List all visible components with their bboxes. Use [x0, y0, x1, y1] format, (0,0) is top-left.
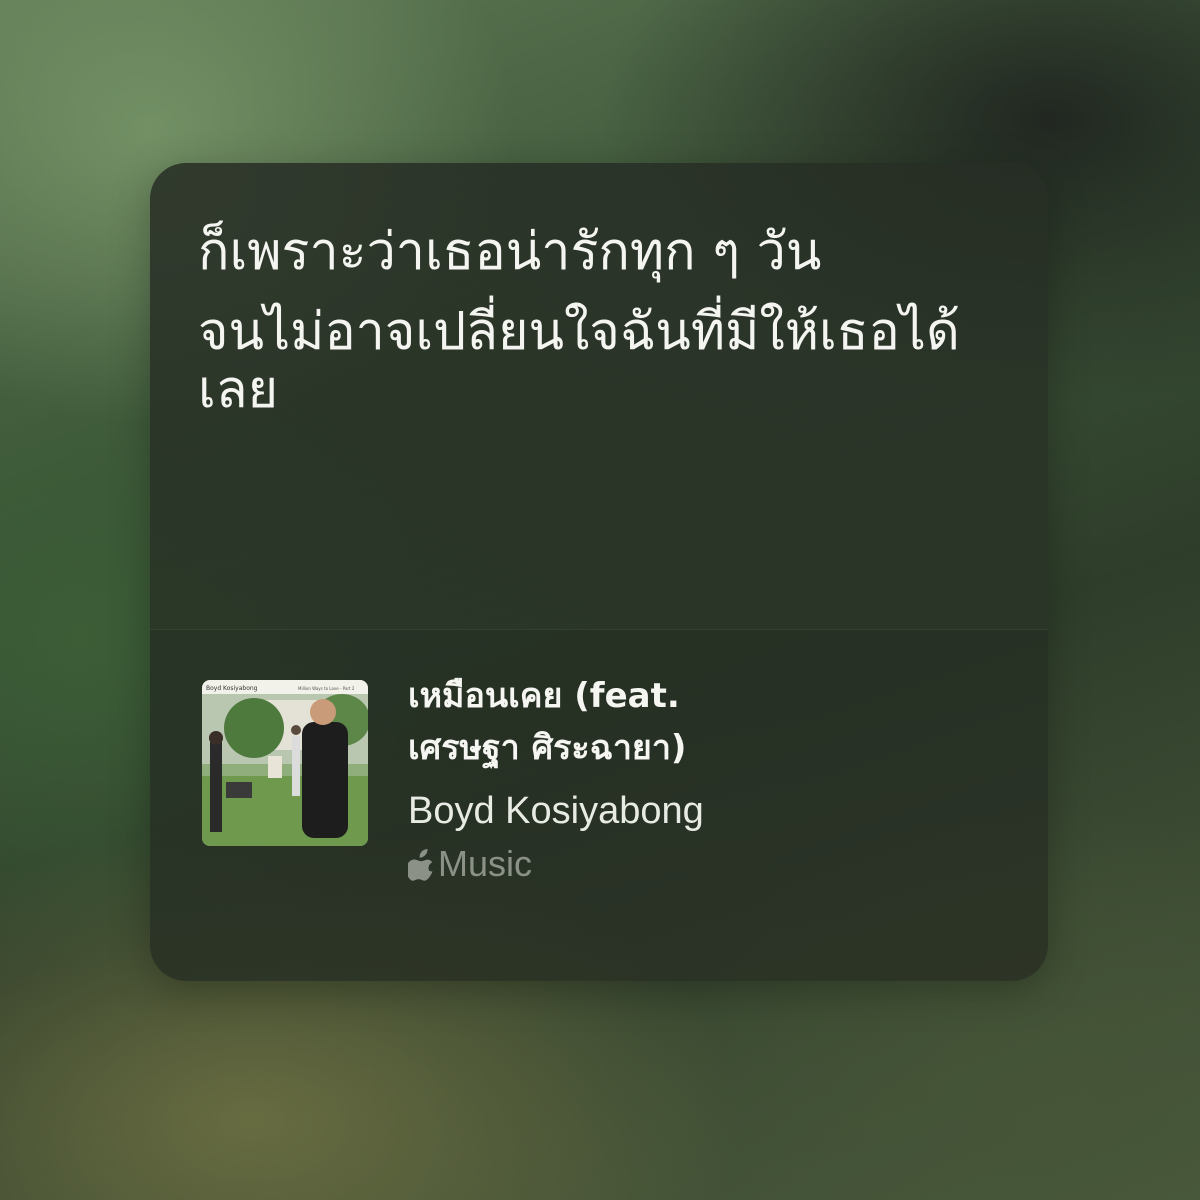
- lyrics-share-card[interactable]: ก็เพราะว่าเธอน่ารักทุก ๆ วัน จนไม่อาจเปล…: [150, 163, 1048, 981]
- lyric-line-1: ก็เพราะว่าเธอน่ารักทุก ๆ วัน: [198, 222, 822, 282]
- track-details: เหมือนเคย (feat. เศรษฐา ศิระฉายา) Boyd K…: [406, 670, 1008, 886]
- track-info-section[interactable]: Boyd Kosiyabong Million Ways to Love - P…: [150, 630, 1048, 981]
- lyric-line-2: จนไม่อาจเปลี่ยนใจฉันที่มีให้เธอได้เลย: [198, 302, 960, 420]
- album-art-label-right: Million Ways to Love - Part 2: [298, 686, 355, 691]
- apple-music-badge[interactable]: Music: [406, 842, 1008, 886]
- track-title[interactable]: เหมือนเคย (feat. เศรษฐา ศิระฉายา): [408, 670, 748, 774]
- album-art-label-left: Boyd Kosiyabong: [206, 685, 258, 692]
- album-artwork[interactable]: Boyd Kosiyabong Million Ways to Love - P…: [202, 680, 368, 846]
- track-artist[interactable]: Boyd Kosiyabong: [408, 786, 1008, 836]
- service-label: Music: [438, 843, 533, 884]
- apple-logo-icon: [406, 847, 436, 881]
- lyrics-block: ก็เพราะว่าเธอน่ารักทุก ๆ วัน จนไม่อาจเปล…: [198, 223, 1018, 441]
